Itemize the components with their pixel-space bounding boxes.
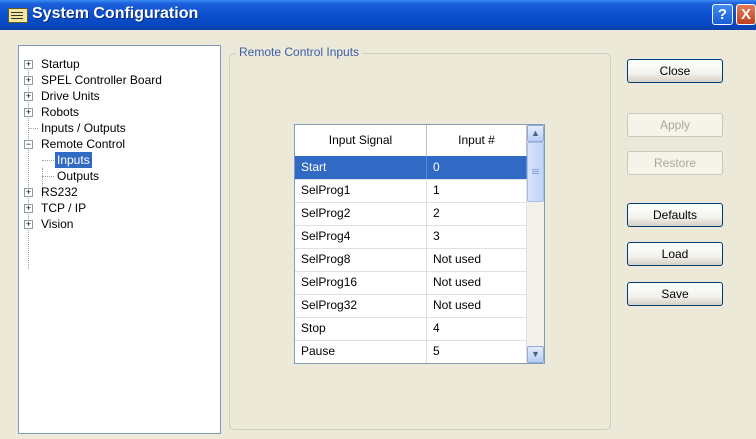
title-bar: System Configuration ? X	[0, 0, 756, 30]
expand-icon[interactable]: +	[24, 108, 33, 117]
load-button[interactable]: Load	[627, 242, 723, 266]
restore-button[interactable]: Restore	[627, 151, 723, 175]
signal-cell[interactable]: SelProg1	[295, 179, 427, 202]
table-row[interactable]: SelProg32 Not used	[295, 294, 527, 318]
table-row[interactable]: SelProg16 Not used	[295, 271, 527, 295]
signal-cell[interactable]: SelProg16	[295, 271, 427, 294]
table-row[interactable]: SelProg8 Not used	[295, 248, 527, 272]
save-button[interactable]: Save	[627, 282, 723, 306]
tree-item-label: Inputs / Outputs	[41, 121, 126, 135]
keyboard-icon	[8, 8, 28, 23]
input-number-cell[interactable]: 5	[427, 340, 527, 363]
tree-item-label: RS232	[41, 185, 78, 199]
apply-button[interactable]: Apply	[627, 113, 723, 137]
tree-item-label: TCP / IP	[41, 201, 87, 215]
scroll-down-icon[interactable]: ▼	[527, 346, 544, 363]
table-row[interactable]: SelProg1 1	[295, 179, 527, 203]
column-header-input-number[interactable]: Input #	[427, 125, 527, 156]
table-row[interactable]: SelProg2 2	[295, 202, 527, 226]
tree-item-label: Robots	[41, 105, 80, 119]
input-number-cell[interactable]: 0	[427, 156, 527, 179]
table-row[interactable]: Stop 4	[295, 317, 527, 341]
input-number-cell[interactable]: 1	[427, 179, 527, 202]
signal-cell[interactable]: SelProg4	[295, 225, 427, 248]
defaults-button[interactable]: Defaults	[627, 203, 723, 227]
close-button[interactable]: Close	[627, 59, 723, 83]
expand-icon[interactable]: +	[24, 60, 33, 69]
signal-cell[interactable]: SelProg8	[295, 248, 427, 271]
grid-header: Input Signal Input #	[295, 125, 527, 157]
tree-item-label: Drive Units	[41, 89, 100, 103]
tree-item-label: Vision	[41, 217, 74, 231]
tree-item-label: Startup	[41, 57, 80, 71]
input-number-cell[interactable]: Not used	[427, 294, 527, 317]
expand-icon[interactable]: +	[24, 204, 33, 213]
input-number-cell[interactable]: 4	[427, 317, 527, 340]
input-number-cell[interactable]: 3	[427, 225, 527, 248]
tree-item-label: Outputs	[57, 169, 100, 183]
table-row[interactable]: Pause 5	[295, 340, 527, 363]
column-header-input-signal[interactable]: Input Signal	[295, 125, 427, 156]
signal-cell[interactable]: Pause	[295, 340, 427, 363]
collapse-icon[interactable]: −	[24, 140, 33, 149]
input-number-cell[interactable]: Not used	[427, 248, 527, 271]
input-number-cell[interactable]: Not used	[427, 271, 527, 294]
expand-icon[interactable]: +	[24, 76, 33, 85]
help-button[interactable]: ?	[712, 4, 733, 25]
input-signal-grid[interactable]: Input Signal Input # Start 0 SelProg1 1 …	[294, 124, 545, 364]
signal-cell[interactable]: SelProg32	[295, 294, 427, 317]
window-title: System Configuration	[32, 5, 199, 22]
scroll-thumb[interactable]	[527, 142, 544, 202]
config-tree[interactable]: + Startup + SPEL Controller Board + Driv…	[18, 45, 221, 434]
table-row[interactable]: Start 0	[295, 156, 527, 180]
expand-icon[interactable]: +	[24, 188, 33, 197]
input-number-cell[interactable]: 2	[427, 202, 527, 225]
signal-cell[interactable]: SelProg2	[295, 202, 427, 225]
group-title: Remote Control Inputs	[236, 45, 363, 59]
expand-icon[interactable]: +	[24, 220, 33, 229]
tree-item-label: Inputs	[55, 152, 92, 168]
signal-cell[interactable]: Stop	[295, 317, 427, 340]
grid-scrollbar[interactable]: ▲ ▼	[527, 125, 544, 363]
tree-item-label: SPEL Controller Board	[41, 73, 162, 87]
signal-cell[interactable]: Start	[295, 156, 427, 179]
tree-item-label: Remote Control	[41, 137, 126, 151]
expand-icon[interactable]: +	[24, 92, 33, 101]
table-row[interactable]: SelProg4 3	[295, 225, 527, 249]
scroll-up-icon[interactable]: ▲	[527, 125, 544, 142]
close-window-button[interactable]: X	[736, 4, 756, 25]
